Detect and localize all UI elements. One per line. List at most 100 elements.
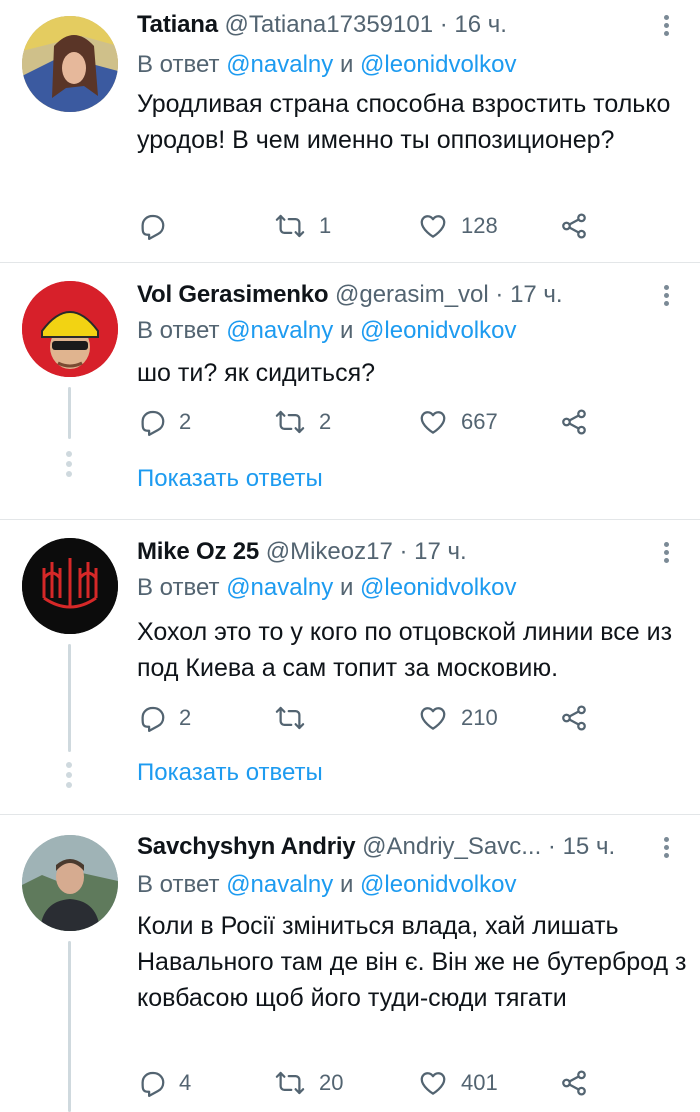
more-options-icon[interactable] bbox=[656, 539, 676, 569]
tweet-savchyshyn-andriy[interactable]: Savchyshyn Andriy @Andriy_Savc... · 15 ч… bbox=[0, 815, 700, 1112]
share-button[interactable] bbox=[559, 208, 589, 244]
show-replies-link[interactable]: Показать ответы bbox=[137, 464, 323, 494]
tweet-text: Коли в Росії зміниться влада, хай лишать… bbox=[137, 912, 687, 1012]
reply-count: 2 bbox=[179, 705, 192, 730]
tweet-actions: 1 128 bbox=[137, 208, 697, 244]
replying-to: В ответ @navalny и @leonidvolkov bbox=[137, 316, 516, 346]
like-button[interactable]: 401 bbox=[417, 1065, 498, 1101]
more-options-icon[interactable] bbox=[656, 834, 676, 864]
display-name[interactable]: Tatiana bbox=[137, 11, 218, 38]
reply-icon bbox=[137, 407, 167, 437]
tweet-mike-oz[interactable]: Mike Oz 25 @Mikeoz17 · 17 ч. В ответ @na… bbox=[0, 520, 700, 814]
retweet-icon bbox=[273, 211, 307, 241]
tweet-actions: 4 20 401 bbox=[137, 1065, 697, 1101]
username[interactable]: @Tatiana17359101 bbox=[225, 11, 434, 38]
timestamp[interactable]: · 15 ч. bbox=[548, 833, 615, 860]
show-replies-link[interactable]: Показать ответы bbox=[137, 758, 323, 788]
display-name[interactable]: Mike Oz 25 bbox=[137, 538, 259, 565]
share-icon bbox=[559, 703, 589, 733]
reply-button[interactable] bbox=[137, 208, 179, 244]
tweet-text: Уродливая страна способна взростить толь… bbox=[137, 90, 671, 154]
mention-link[interactable]: @leonidvolkov bbox=[360, 574, 516, 601]
share-icon bbox=[559, 407, 589, 437]
retweet-button[interactable]: 2 bbox=[273, 404, 331, 440]
tweet-actions: 2 2 667 bbox=[137, 404, 697, 440]
retweet-icon bbox=[273, 407, 307, 437]
retweet-count: 2 bbox=[319, 409, 332, 434]
tweet-vol-gerasimenko[interactable]: Vol Gerasimenko @gerasim_vol · 17 ч. В о… bbox=[0, 263, 700, 519]
tweet-actions: 2 210 bbox=[137, 700, 697, 736]
share-button[interactable] bbox=[559, 404, 589, 440]
reply-prefix: В ответ bbox=[137, 51, 220, 78]
thread-line bbox=[68, 387, 71, 439]
like-count: 210 bbox=[461, 705, 498, 730]
reply-and: и bbox=[339, 871, 354, 898]
heart-icon bbox=[417, 1068, 449, 1098]
like-count: 128 bbox=[461, 213, 498, 238]
like-button[interactable]: 128 bbox=[417, 208, 498, 244]
share-button[interactable] bbox=[559, 700, 589, 736]
thread-line bbox=[68, 644, 71, 752]
username[interactable]: @gerasim_vol bbox=[335, 281, 489, 308]
tweet-text: Хохол это то у кого по отцовской линии в… bbox=[137, 618, 673, 682]
heart-icon bbox=[417, 407, 449, 437]
reply-button[interactable]: 4 bbox=[137, 1065, 191, 1101]
reply-and: и bbox=[339, 574, 354, 601]
reply-icon bbox=[137, 1068, 167, 1098]
avatar[interactable] bbox=[22, 281, 118, 377]
tweet-tatiana[interactable]: Tatiana @Tatiana17359101 · 16 ч. В ответ… bbox=[0, 0, 700, 262]
reply-and: и bbox=[339, 51, 354, 78]
reply-icon bbox=[137, 703, 167, 733]
like-button[interactable]: 667 bbox=[417, 404, 498, 440]
thread-gap-dots bbox=[66, 762, 72, 792]
mention-link[interactable]: @leonidvolkov bbox=[360, 871, 516, 898]
retweet-icon bbox=[273, 703, 307, 733]
timestamp[interactable]: · 16 ч. bbox=[440, 11, 507, 38]
reply-and: и bbox=[339, 317, 354, 344]
tweet-header: Mike Oz 25 @Mikeoz17 · 17 ч. bbox=[137, 537, 467, 567]
tweet-text: шо ти? як сидиться? bbox=[137, 359, 376, 387]
avatar[interactable] bbox=[22, 16, 118, 112]
timestamp[interactable]: · 17 ч. bbox=[495, 281, 562, 308]
replying-to: В ответ @navalny и @leonidvolkov bbox=[137, 870, 516, 900]
username[interactable]: @Mikeoz17 bbox=[266, 538, 393, 565]
avatar[interactable] bbox=[22, 538, 118, 634]
reply-button[interactable]: 2 bbox=[137, 404, 191, 440]
like-count: 667 bbox=[461, 409, 498, 434]
thread-gap-dots bbox=[66, 451, 72, 481]
mention-link[interactable]: @leonidvolkov bbox=[360, 317, 516, 344]
reply-button[interactable]: 2 bbox=[137, 700, 191, 736]
retweet-button[interactable] bbox=[273, 700, 319, 736]
more-options-icon[interactable] bbox=[656, 12, 676, 42]
retweet-count: 20 bbox=[319, 1070, 344, 1095]
tweet-header: Vol Gerasimenko @gerasim_vol · 17 ч. bbox=[137, 280, 563, 310]
avatar[interactable] bbox=[22, 835, 118, 931]
retweet-button[interactable]: 20 bbox=[273, 1065, 343, 1101]
like-button[interactable]: 210 bbox=[417, 700, 498, 736]
share-icon bbox=[559, 211, 589, 241]
more-options-icon[interactable] bbox=[656, 282, 676, 312]
like-count: 401 bbox=[461, 1070, 498, 1095]
replying-to: В ответ @navalny и @leonidvolkov bbox=[137, 573, 516, 603]
tweet-header: Savchyshyn Andriy @Andriy_Savc... · 15 ч… bbox=[137, 832, 615, 862]
timestamp[interactable]: · 17 ч. bbox=[399, 538, 466, 565]
reply-count: 4 bbox=[179, 1070, 192, 1095]
mention-link[interactable]: @navalny bbox=[226, 317, 333, 344]
username[interactable]: @Andriy_Savc... bbox=[362, 833, 541, 860]
mention-link[interactable]: @navalny bbox=[226, 51, 333, 78]
mention-link[interactable]: @navalny bbox=[226, 574, 333, 601]
retweet-count: 1 bbox=[319, 213, 332, 238]
reply-prefix: В ответ bbox=[137, 317, 220, 344]
reply-count: 2 bbox=[179, 409, 192, 434]
heart-icon bbox=[417, 703, 449, 733]
mention-link[interactable]: @leonidvolkov bbox=[360, 51, 516, 78]
retweet-icon bbox=[273, 1068, 307, 1098]
thread-line bbox=[68, 941, 71, 1112]
tweet-header: Tatiana @Tatiana17359101 · 16 ч. bbox=[137, 10, 507, 40]
mention-link[interactable]: @navalny bbox=[226, 871, 333, 898]
retweet-button[interactable]: 1 bbox=[273, 208, 331, 244]
share-button[interactable] bbox=[559, 1065, 589, 1101]
reply-icon bbox=[137, 211, 167, 241]
display-name[interactable]: Savchyshyn Andriy bbox=[137, 833, 356, 860]
display-name[interactable]: Vol Gerasimenko bbox=[137, 281, 329, 308]
